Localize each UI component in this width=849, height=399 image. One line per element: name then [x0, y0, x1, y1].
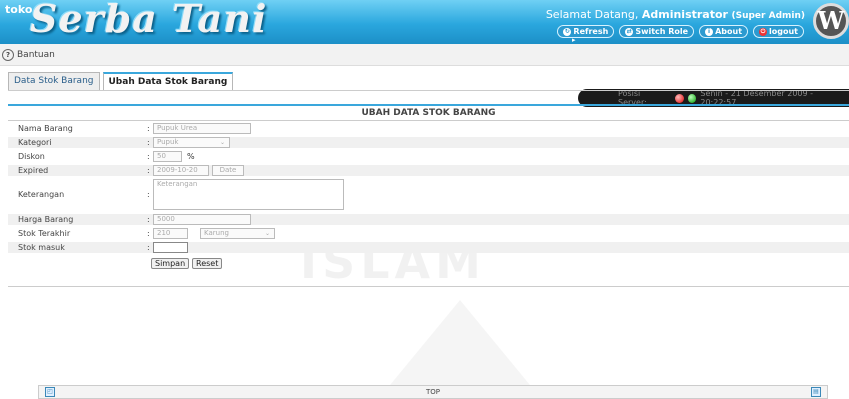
- kategori-select[interactable]: Pupuk ⌄: [153, 137, 230, 148]
- app-header: toko Serba Tani Selamat Datang, Administ…: [0, 0, 849, 44]
- expired-input[interactable]: 2009-10-20: [153, 165, 209, 176]
- kategori-label: Kategori: [18, 138, 52, 147]
- colon: :: [147, 229, 150, 238]
- stok-unit-value: Karung: [204, 229, 229, 237]
- stok-terakhir-label: Stok Terakhir: [18, 229, 71, 238]
- switch-role-button[interactable]: ⇄ Switch Role: [619, 25, 695, 38]
- row-kategori: Kategori : Pupuk ⌄: [8, 137, 849, 148]
- user-name: Administrator: [641, 8, 728, 21]
- row-stok-masuk: Stok masuk :: [8, 242, 849, 253]
- stok-masuk-label: Stok masuk: [18, 243, 65, 252]
- help-label: Bantuan: [17, 50, 55, 60]
- app-logo: Serba Tani: [30, 0, 268, 41]
- save-button[interactable]: Simpan: [151, 258, 190, 269]
- refresh-button[interactable]: ↻ Refresh: [557, 25, 615, 38]
- server-red-indicator-icon: [674, 93, 684, 103]
- footer-right-icon[interactable]: ▤: [811, 387, 821, 397]
- welcome-text: Selamat Datang,: [545, 8, 642, 21]
- switch-role-label: Switch Role: [635, 27, 689, 36]
- kategori-value: Pupuk: [157, 138, 179, 146]
- wordpress-logo-icon: W: [813, 3, 849, 39]
- user-role: (Super Admin): [731, 11, 805, 21]
- chevron-down-icon: ⌄: [264, 230, 270, 237]
- stok-terakhir-input[interactable]: 210: [153, 228, 188, 239]
- about-button[interactable]: i About: [699, 25, 749, 38]
- arrow-icon: ▸: [572, 36, 576, 44]
- welcome-message: Selamat Datang, Administrator (Super Adm…: [546, 8, 805, 21]
- tab-divider: [8, 90, 849, 91]
- nama-barang-input[interactable]: Pupuk Urea: [153, 123, 251, 134]
- harga-barang-label: Harga Barang: [18, 215, 74, 224]
- help-link[interactable]: ? Bantuan: [2, 49, 55, 61]
- header-buttons: ↻ Refresh ⇄ Switch Role i About ⏻ logout: [557, 25, 804, 38]
- date-picker-button[interactable]: Date: [212, 165, 244, 176]
- row-keterangan: Keterangan : Keterangan: [8, 179, 849, 210]
- colon: :: [147, 215, 150, 224]
- percent-unit: %: [187, 152, 195, 161]
- stok-unit-select[interactable]: Karung ⌄: [200, 228, 275, 239]
- diskon-input[interactable]: 50: [153, 151, 182, 162]
- row-harga-barang: Harga Barang : 5000: [8, 214, 849, 225]
- logout-label: logout: [769, 27, 798, 36]
- watermark-shape: [390, 300, 530, 385]
- row-diskon: Diskon : 50 %: [8, 151, 849, 162]
- about-label: About: [715, 27, 743, 36]
- colon: :: [147, 124, 150, 133]
- colon: :: [147, 190, 150, 199]
- refresh-label: Refresh: [573, 27, 609, 36]
- row-actions: Simpan Reset: [8, 258, 849, 269]
- colon: :: [147, 166, 150, 175]
- colon: :: [147, 243, 150, 252]
- keterangan-textarea[interactable]: Keterangan: [153, 179, 344, 210]
- form-title: UBAH DATA STOK BARANG: [8, 106, 849, 121]
- back-to-top-link[interactable]: TOP: [39, 386, 827, 398]
- logo-prefix: toko: [5, 3, 33, 16]
- colon: :: [147, 138, 150, 147]
- edit-stock-form: UBAH DATA STOK BARANG Nama Barang : Pupu…: [8, 104, 849, 287]
- reset-button[interactable]: Reset: [192, 258, 223, 269]
- chevron-down-icon: ⌄: [219, 139, 225, 146]
- logout-icon: ⏻: [759, 27, 768, 36]
- nama-barang-label: Nama Barang: [18, 124, 73, 133]
- logout-button[interactable]: ⏻ logout: [753, 25, 804, 38]
- keterangan-label: Keterangan: [18, 190, 65, 199]
- row-nama-barang: Nama Barang : Pupuk Urea: [8, 123, 849, 134]
- help-icon: ?: [2, 49, 14, 61]
- server-green-indicator-icon: [687, 93, 697, 103]
- refresh-icon: ↻: [563, 27, 572, 36]
- harga-barang-input[interactable]: 5000: [153, 214, 251, 225]
- tab-bar: Data Stok Barang Ubah Data Stok Barang: [8, 72, 234, 91]
- colon: :: [147, 152, 150, 161]
- row-stok-terakhir: Stok Terakhir : 210 Karung ⌄: [8, 228, 849, 239]
- sub-toolbar: ? Bantuan Posisi Server: Senin - 21 Dese…: [0, 44, 849, 107]
- about-icon: i: [705, 27, 714, 36]
- tab-data-stok-barang[interactable]: Data Stok Barang: [8, 72, 100, 91]
- expired-label: Expired: [18, 166, 49, 175]
- switch-icon: ⇄: [625, 27, 634, 36]
- stok-masuk-input[interactable]: [153, 242, 188, 253]
- diskon-label: Diskon: [18, 152, 45, 161]
- tab-ubah-data-stok-barang[interactable]: Ubah Data Stok Barang: [102, 72, 234, 91]
- row-expired: Expired : 2009-10-20 Date: [8, 165, 849, 176]
- footer-bar: ◰ TOP ▤: [38, 385, 828, 399]
